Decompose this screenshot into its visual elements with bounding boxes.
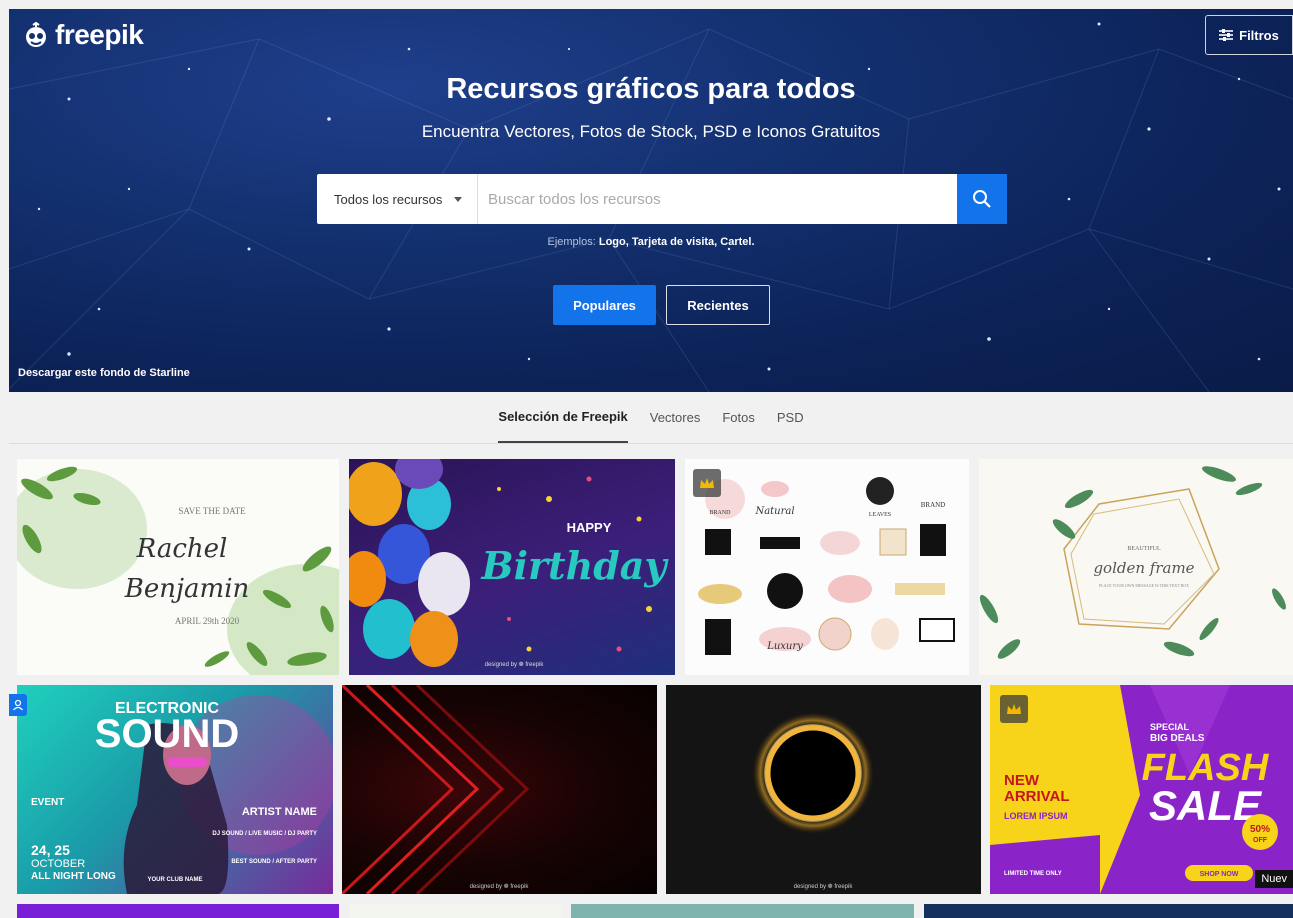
golden-frame-image: BEAUTIFUL golden frame PLACE YOUR OWN ME… xyxy=(979,466,1286,659)
hero-banner: freepik Filtros Recursos gráficos para t… xyxy=(9,9,1293,392)
name2-text: Benjamin xyxy=(124,574,250,604)
name1-text: Rachel xyxy=(136,534,228,564)
resource-tile-golden-frame[interactable]: BEAUTIFUL golden frame PLACE YOUR OWN ME… xyxy=(979,459,1293,675)
flash-sale-banner-image: NEW ARRIVAL LOREM IPSUM SPECIAL BIG DEAL… xyxy=(990,685,1293,894)
resource-tile-purple[interactable] xyxy=(17,904,339,918)
happy-text: HAPPY xyxy=(567,520,612,535)
resource-tile-teal[interactable] xyxy=(571,904,914,918)
search-examples: Ejemplos: Logo, Tarjeta de visita, Carte… xyxy=(9,236,1293,248)
freepik-logo-icon xyxy=(26,21,46,47)
premium-badge xyxy=(1000,695,1028,723)
best-sound-text: BEST SOUND / AFTER PARTY xyxy=(231,859,317,865)
caret-down-icon xyxy=(454,196,463,202)
off-text: OFF xyxy=(1253,837,1268,844)
new-text: NEW xyxy=(1004,772,1040,789)
discount-text: 50% xyxy=(1250,824,1270,835)
examples-links[interactable]: Logo, Tarjeta de visita, Cartel. xyxy=(599,236,755,248)
resource-tile-logo-collection[interactable]: BRAND Natural LEAVES BRAND Luxury xyxy=(685,459,969,675)
resource-tile-wedding-invitation[interactable]: SAVE THE DATE Rachel Benjamin APRIL 29th… xyxy=(17,459,339,675)
recent-button[interactable]: Recientes xyxy=(666,285,770,325)
resource-tile-light[interactable] xyxy=(349,904,561,918)
night-text: ALL NIGHT LONG xyxy=(31,871,116,882)
artist-text: ARTIST NAME xyxy=(242,806,317,818)
resource-tile-red-abstract[interactable]: designed by ❁ freepik xyxy=(342,685,657,894)
popular-button[interactable]: Populares xyxy=(553,285,656,325)
new-badge: Nuev xyxy=(1255,870,1293,888)
designed-by-text: designed by ❁ freepik xyxy=(485,661,545,668)
natural-text: Natural xyxy=(754,506,794,517)
brand-text-1: BRAND xyxy=(709,510,731,516)
sound-text: SOUND xyxy=(95,712,239,756)
page: freepik Filtros Recursos gráficos para t… xyxy=(0,0,1293,918)
brand-text-2: BRAND xyxy=(921,501,946,509)
examples-label: Ejemplos: xyxy=(547,236,596,248)
hero-title: Recursos gráficos para todos xyxy=(446,73,856,105)
wedding-invitation-image: SAVE THE DATE Rachel Benjamin APRIL 29th… xyxy=(17,466,339,675)
designed-by-text: designed by ❁ freepik xyxy=(470,883,530,890)
search-bar: Todos los recursos xyxy=(317,174,1007,224)
resource-tile-birthday[interactable]: HAPPY Birthday designed by ❁ freepik xyxy=(349,459,675,675)
sliders-icon xyxy=(1219,29,1234,41)
resource-tile-dark-blue[interactable] xyxy=(924,904,1293,918)
club-text: YOUR CLUB NAME xyxy=(148,877,203,883)
background-credit-link[interactable]: Descargar este fondo de Starline xyxy=(18,367,190,379)
dates-text: 24, 25 xyxy=(31,842,70,858)
birthday-text: Birthday xyxy=(480,543,669,588)
message-text: PLACE YOUR OWN MESSAGE IS THIS TEXT BOX xyxy=(1099,583,1189,588)
luxury-text: Luxury xyxy=(766,641,803,652)
tab-photos[interactable]: Fotos xyxy=(722,392,755,443)
resource-type-select[interactable]: Todos los recursos xyxy=(317,174,478,224)
user-feedback-tab[interactable] xyxy=(9,694,27,716)
save-date-text: SAVE THE DATE xyxy=(178,506,246,516)
premium-badge xyxy=(693,469,721,497)
hero-subtitle: Encuentra Vectores, Fotos de Stock, PSD … xyxy=(421,122,881,141)
filters-label: Filtros xyxy=(1239,27,1279,43)
beautiful-text: BEAUTIFUL xyxy=(1127,546,1161,552)
resource-tile-golden-ring[interactable]: designed by ❁ freepik xyxy=(666,685,981,894)
lorem-text: LOREM IPSUM xyxy=(1004,811,1068,821)
category-tabs: Selección de Freepik Vectores Fotos PSD xyxy=(9,392,1293,444)
red-abstract-image: designed by ❁ freepik xyxy=(342,685,530,894)
month-text: OCTOBER xyxy=(31,858,85,870)
tab-vectors[interactable]: Vectores xyxy=(650,392,701,443)
search-input[interactable] xyxy=(478,174,957,224)
resource-tile-electronic-sound[interactable]: ELECTRONIC SOUND EVENT ARTIST NAME DJ SO… xyxy=(17,685,333,894)
user-icon xyxy=(13,699,23,711)
special-text: SPECIAL xyxy=(1150,722,1190,732)
golden-ring-image: designed by ❁ freepik xyxy=(751,711,875,890)
wedding-date-text: APRIL 29th 2020 xyxy=(175,616,240,626)
crown-icon xyxy=(1007,704,1021,714)
dj-text: DJ SOUND / LIVE MUSIC / DJ PARTY xyxy=(212,831,317,837)
event-text: EVENT xyxy=(31,797,64,808)
designed-by-text: designed by ❁ freepik xyxy=(794,883,854,890)
logo-collection-image: BRAND Natural LEAVES BRAND Luxury xyxy=(698,477,955,655)
filters-button[interactable]: Filtros xyxy=(1205,15,1293,55)
tab-psd[interactable]: PSD xyxy=(777,392,804,443)
resource-tile-flash-sale[interactable]: NEW ARRIVAL LOREM IPSUM SPECIAL BIG DEAL… xyxy=(990,685,1293,894)
leaves-text: LEAVES xyxy=(869,512,891,518)
electronic-sound-flyer-image: ELECTRONIC SOUND EVENT ARTIST NAME DJ SO… xyxy=(31,695,333,894)
resource-type-label: Todos los recursos xyxy=(334,191,443,207)
golden-frame-text: golden frame xyxy=(1093,559,1194,577)
arrival-text: ARRIVAL xyxy=(1004,788,1070,805)
search-button[interactable] xyxy=(957,174,1007,224)
birthday-image: HAPPY Birthday designed by ❁ freepik xyxy=(349,459,669,668)
big-deals-text: BIG DEALS xyxy=(1150,733,1205,744)
search-icon xyxy=(973,190,991,208)
crown-icon xyxy=(700,478,714,488)
tab-freepik-selection[interactable]: Selección de Freepik xyxy=(498,392,628,443)
limited-text: LIMITED TIME ONLY xyxy=(1004,871,1062,877)
freepik-logo[interactable]: freepik xyxy=(21,19,144,51)
shop-now-text: SHOP NOW xyxy=(1200,871,1239,878)
sort-buttons: Populares Recientes xyxy=(553,285,770,325)
logo-text: freepik xyxy=(55,19,144,50)
